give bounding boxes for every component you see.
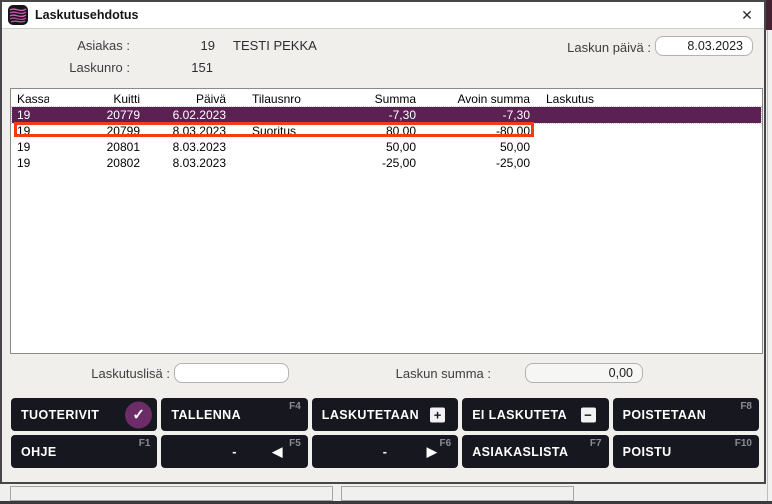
- cell-summa: -25,00: [333, 155, 416, 171]
- button-label: TUOTERIVIT: [21, 408, 99, 422]
- col-header-paiva: Päivä: [143, 91, 226, 107]
- check-icon: ✓: [125, 401, 152, 428]
- previous-button[interactable]: - ◀ F5: [161, 435, 307, 468]
- table-header-row: Kassa Kuitti Päivä Tilausnro Summa Avoin…: [12, 91, 761, 107]
- minus-icon: −: [581, 407, 596, 422]
- parent-window-right-edge: [767, 0, 772, 504]
- cell-kuitti: 20801: [58, 139, 140, 155]
- asiakas-number: 19: [150, 38, 215, 53]
- status-bar: [0, 484, 766, 501]
- button-label: POISTU: [623, 445, 672, 459]
- fkey-label: F1: [139, 438, 151, 449]
- cell-kuitti: 20802: [58, 155, 140, 171]
- button-label: ASIAKASLISTA: [472, 445, 568, 459]
- table-row[interactable]: 19 20802 8.03.2023 -25,00 -25,00: [12, 155, 761, 171]
- status-panel: [341, 486, 574, 501]
- cell-summa: 80,00: [333, 123, 416, 139]
- cell-avoin-summa: -80,00: [438, 123, 530, 139]
- asiakas-label: Asiakas :: [30, 38, 130, 53]
- cell-avoin-summa: 50,00: [438, 139, 530, 155]
- cell-avoin-summa: -7,30: [438, 107, 530, 123]
- fkey-label: F6: [440, 438, 452, 449]
- col-header-avoin-summa: Avoin summa: [438, 91, 530, 107]
- parent-window-corner: [765, 0, 772, 30]
- cell-summa: 50,00: [333, 139, 416, 155]
- close-icon[interactable]: ✕: [736, 2, 758, 29]
- cell-paiva: 8.03.2023: [143, 155, 226, 171]
- cell-kuitti: 20779: [58, 107, 140, 123]
- button-grid: TUOTERIVIT ✓ TALLENNA F4 LASKUTETAAN + E…: [11, 398, 759, 468]
- tallenna-button[interactable]: TALLENNA F4: [161, 398, 307, 431]
- table-row[interactable]: 19 20801 8.03.2023 50,00 50,00: [12, 139, 761, 155]
- button-label: TALLENNA: [171, 408, 241, 422]
- next-button[interactable]: - ▶ F6: [312, 435, 458, 468]
- ohje-button[interactable]: OHJE F1: [11, 435, 157, 468]
- table-row[interactable]: 19 20779 6.02.2023 -7,30 -7,30: [12, 107, 761, 123]
- triangle-left-icon: ◀: [272, 444, 282, 460]
- fkey-label: F4: [289, 401, 301, 412]
- col-header-kuitti: Kuitti: [58, 91, 140, 107]
- screen: Laskutusehdotus ✕ Asiakas : 19 TESTI PEK…: [0, 0, 772, 504]
- cell-kassa: 19: [17, 107, 49, 123]
- button-label: EI LASKUTETA: [472, 408, 567, 422]
- invoice-rows-table[interactable]: Kassa Kuitti Päivä Tilausnro Summa Avoin…: [10, 88, 763, 354]
- fkey-label: F5: [289, 438, 301, 449]
- col-header-kassa: Kassa: [17, 91, 49, 107]
- laskutetaan-button[interactable]: LASKUTETAAN +: [312, 398, 458, 431]
- laskun-paiva-input[interactable]: [655, 36, 753, 56]
- cell-kuitti: 20799: [58, 123, 140, 139]
- laskun-summa-input[interactable]: [525, 363, 643, 383]
- fkey-label: F7: [590, 438, 602, 449]
- laskutuslisa-label: Laskutuslisä :: [62, 366, 170, 381]
- fkey-label: F8: [740, 401, 752, 412]
- button-label: -: [383, 445, 388, 459]
- cell-summa: -7,30: [333, 107, 416, 123]
- cell-paiva: 6.02.2023: [143, 107, 226, 123]
- button-label: POISTETAAN: [623, 408, 707, 422]
- button-label: -: [232, 445, 237, 459]
- laskunro-label: Laskunro :: [30, 60, 130, 75]
- cell-paiva: 8.03.2023: [143, 123, 226, 139]
- asiakaslista-button[interactable]: ASIAKASLISTA F7: [462, 435, 608, 468]
- cell-kassa: 19: [17, 123, 49, 139]
- cell-paiva: 8.03.2023: [143, 139, 226, 155]
- titlebar: Laskutusehdotus ✕: [2, 2, 764, 29]
- button-label: LASKUTETAAN: [322, 408, 419, 422]
- asiakas-name: TESTI PEKKA: [233, 38, 317, 53]
- poistetaan-button[interactable]: POISTETAAN F8: [613, 398, 759, 431]
- laskunro-value: 151: [150, 60, 213, 75]
- laskun-paiva-label: Laskun päivä :: [540, 40, 651, 55]
- app-icon: [8, 5, 28, 25]
- poistu-button[interactable]: POISTU F10: [613, 435, 759, 468]
- triangle-right-icon: ▶: [427, 444, 437, 460]
- laskutusehdotus-window: Laskutusehdotus ✕ Asiakas : 19 TESTI PEK…: [0, 0, 766, 484]
- col-header-summa: Summa: [333, 91, 416, 107]
- window-title: Laskutusehdotus: [35, 2, 139, 29]
- laskutuslisa-input[interactable]: [174, 363, 289, 383]
- cell-kassa: 19: [17, 139, 49, 155]
- laskun-summa-label: Laskun summa :: [392, 366, 491, 381]
- col-header-laskutus: Laskutus: [546, 91, 641, 107]
- ei-laskuteta-button[interactable]: EI LASKUTETA −: [462, 398, 608, 431]
- status-panel: [10, 486, 333, 501]
- button-label: OHJE: [21, 445, 57, 459]
- tuoterivit-button[interactable]: TUOTERIVIT ✓: [11, 398, 157, 431]
- table-row[interactable]: 19 20799 8.03.2023 Suoritus 80,00 -80,00: [12, 123, 761, 139]
- cell-avoin-summa: -25,00: [438, 155, 530, 171]
- cell-kassa: 19: [17, 155, 49, 171]
- fkey-label: F10: [735, 438, 752, 449]
- plus-icon: +: [430, 407, 445, 422]
